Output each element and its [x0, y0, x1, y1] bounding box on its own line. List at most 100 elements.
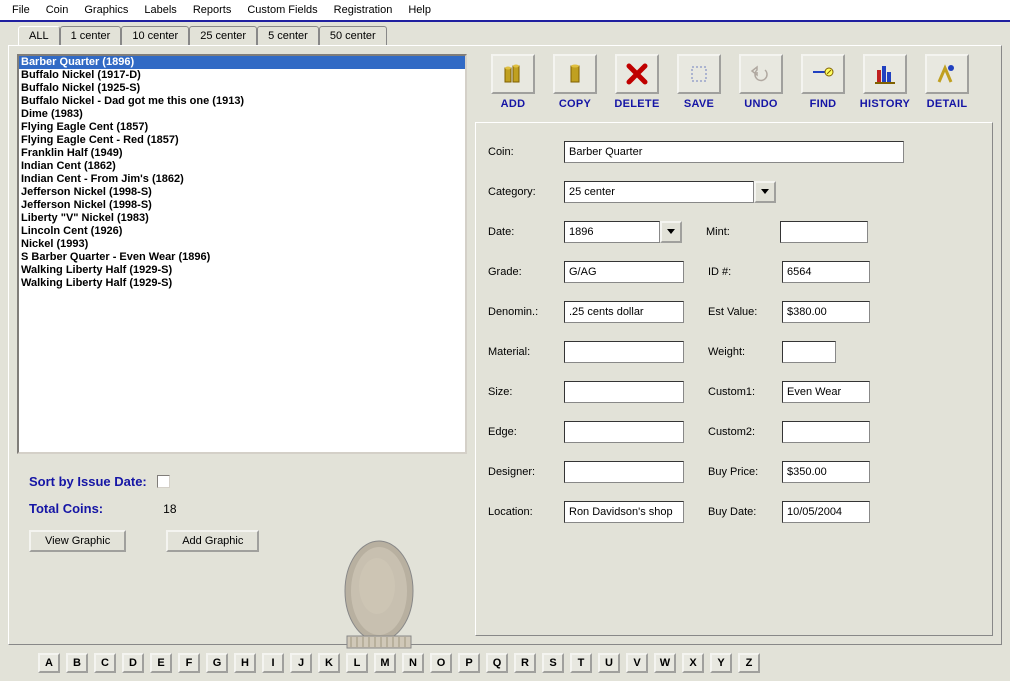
designer-input[interactable] [564, 461, 684, 483]
list-item[interactable]: Franklin Half (1949) [19, 147, 465, 160]
id-input[interactable] [782, 261, 870, 283]
alpha-button-c[interactable]: C [94, 653, 116, 673]
tab-10-center[interactable]: 10 center [121, 26, 189, 45]
sort-row: Sort by Issue Date: [29, 474, 467, 489]
list-item[interactable]: Indian Cent (1862) [19, 160, 465, 173]
custom2-label: Custom2: [708, 426, 782, 438]
buydate-input[interactable] [782, 501, 870, 523]
coin-listbox[interactable]: Barber Quarter (1896)Buffalo Nickel (191… [17, 54, 467, 454]
view-graphic-button[interactable]: View Graphic [29, 530, 126, 552]
alpha-button-p[interactable]: P [458, 653, 480, 673]
tab-25-center[interactable]: 25 center [189, 26, 257, 45]
list-item[interactable]: Walking Liberty Half (1929-S) [19, 277, 465, 290]
list-item[interactable]: Buffalo Nickel (1925-S) [19, 82, 465, 95]
coin-input[interactable] [564, 141, 904, 163]
list-item[interactable]: Lincoln Cent (1926) [19, 225, 465, 238]
alpha-button-t[interactable]: T [570, 653, 592, 673]
alpha-button-s[interactable]: S [542, 653, 564, 673]
menu-registration[interactable]: Registration [326, 2, 401, 18]
add-graphic-button[interactable]: Add Graphic [166, 530, 259, 552]
material-input[interactable] [564, 341, 684, 363]
mint-label: Mint: [706, 226, 780, 238]
size-label: Size: [488, 386, 564, 398]
menu-labels[interactable]: Labels [136, 2, 184, 18]
alpha-button-i[interactable]: I [262, 653, 284, 673]
list-item[interactable]: Nickel (1993) [19, 238, 465, 251]
history-button[interactable]: HISTORY [857, 54, 913, 110]
alpha-button-x[interactable]: X [682, 653, 704, 673]
sort-checkbox[interactable] [157, 475, 170, 488]
list-item[interactable]: Indian Cent - From Jim's (1862) [19, 173, 465, 186]
date-input[interactable] [564, 221, 660, 243]
menu-graphics[interactable]: Graphics [76, 2, 136, 18]
tab-5-center[interactable]: 5 center [257, 26, 319, 45]
copy-button[interactable]: COPY [547, 54, 603, 110]
weight-input[interactable] [782, 341, 836, 363]
alpha-button-k[interactable]: K [318, 653, 340, 673]
date-dropdown-button[interactable] [660, 221, 682, 243]
category-input[interactable] [564, 181, 754, 203]
save-button[interactable]: SAVE [671, 54, 727, 110]
buyprice-input[interactable] [782, 461, 870, 483]
list-item[interactable]: Buffalo Nickel - Dad got me this one (19… [19, 95, 465, 108]
grade-input[interactable] [564, 261, 684, 283]
list-item[interactable]: Flying Eagle Cent - Red (1857) [19, 134, 465, 147]
category-dropdown-button[interactable] [754, 181, 776, 203]
tab-all[interactable]: ALL [18, 26, 60, 45]
total-value: 18 [163, 502, 176, 516]
alpha-button-g[interactable]: G [206, 653, 228, 673]
menu-help[interactable]: Help [400, 2, 439, 18]
size-input[interactable] [564, 381, 684, 403]
add-icon [499, 60, 527, 88]
edge-input[interactable] [564, 421, 684, 443]
list-item[interactable]: Liberty "V" Nickel (1983) [19, 212, 465, 225]
mint-input[interactable] [780, 221, 868, 243]
toolbar: ADD COPY DELETE SAVE UNDO [475, 54, 993, 110]
alpha-button-h[interactable]: H [234, 653, 256, 673]
alpha-button-v[interactable]: V [626, 653, 648, 673]
undo-icon [747, 60, 775, 88]
alpha-button-d[interactable]: D [122, 653, 144, 673]
alpha-button-f[interactable]: F [178, 653, 200, 673]
tab-50-center[interactable]: 50 center [319, 26, 387, 45]
estvalue-label: Est Value: [708, 306, 782, 318]
alpha-button-q[interactable]: Q [486, 653, 508, 673]
delete-button[interactable]: DELETE [609, 54, 665, 110]
menu-reports[interactable]: Reports [185, 2, 240, 18]
list-item[interactable]: Barber Quarter (1896) [19, 56, 465, 69]
menu-custom-fields[interactable]: Custom Fields [239, 2, 325, 18]
list-item[interactable]: S Barber Quarter - Even Wear (1896) [19, 251, 465, 264]
list-item[interactable]: Walking Liberty Half (1929-S) [19, 264, 465, 277]
alpha-button-y[interactable]: Y [710, 653, 732, 673]
menu-file[interactable]: File [4, 2, 38, 18]
estvalue-input[interactable] [782, 301, 870, 323]
list-item[interactable]: Jefferson Nickel (1998-S) [19, 186, 465, 199]
find-button[interactable]: FIND [795, 54, 851, 110]
alpha-button-a[interactable]: A [38, 653, 60, 673]
denom-input[interactable] [564, 301, 684, 323]
list-item[interactable]: Jefferson Nickel (1998-S) [19, 199, 465, 212]
menu-coin[interactable]: Coin [38, 2, 77, 18]
undo-button[interactable]: UNDO [733, 54, 789, 110]
alpha-button-z[interactable]: Z [738, 653, 760, 673]
list-item[interactable]: Buffalo Nickel (1917-D) [19, 69, 465, 82]
alpha-button-o[interactable]: O [430, 653, 452, 673]
list-item[interactable]: Dime (1983) [19, 108, 465, 121]
alpha-button-e[interactable]: E [150, 653, 172, 673]
buyprice-label: Buy Price: [708, 466, 782, 478]
alpha-button-w[interactable]: W [654, 653, 676, 673]
alpha-button-u[interactable]: U [598, 653, 620, 673]
category-label: Category: [488, 186, 564, 198]
alpha-button-j[interactable]: J [290, 653, 312, 673]
detail-button[interactable]: DETAIL [919, 54, 975, 110]
right-column: ADD COPY DELETE SAVE UNDO [475, 54, 993, 636]
location-label: Location: [488, 506, 564, 518]
custom2-input[interactable] [782, 421, 870, 443]
alpha-button-r[interactable]: R [514, 653, 536, 673]
tab-1-center[interactable]: 1 center [60, 26, 122, 45]
location-input[interactable] [564, 501, 684, 523]
list-item[interactable]: Flying Eagle Cent (1857) [19, 121, 465, 134]
add-button[interactable]: ADD [485, 54, 541, 110]
alpha-button-b[interactable]: B [66, 653, 88, 673]
custom1-input[interactable] [782, 381, 870, 403]
